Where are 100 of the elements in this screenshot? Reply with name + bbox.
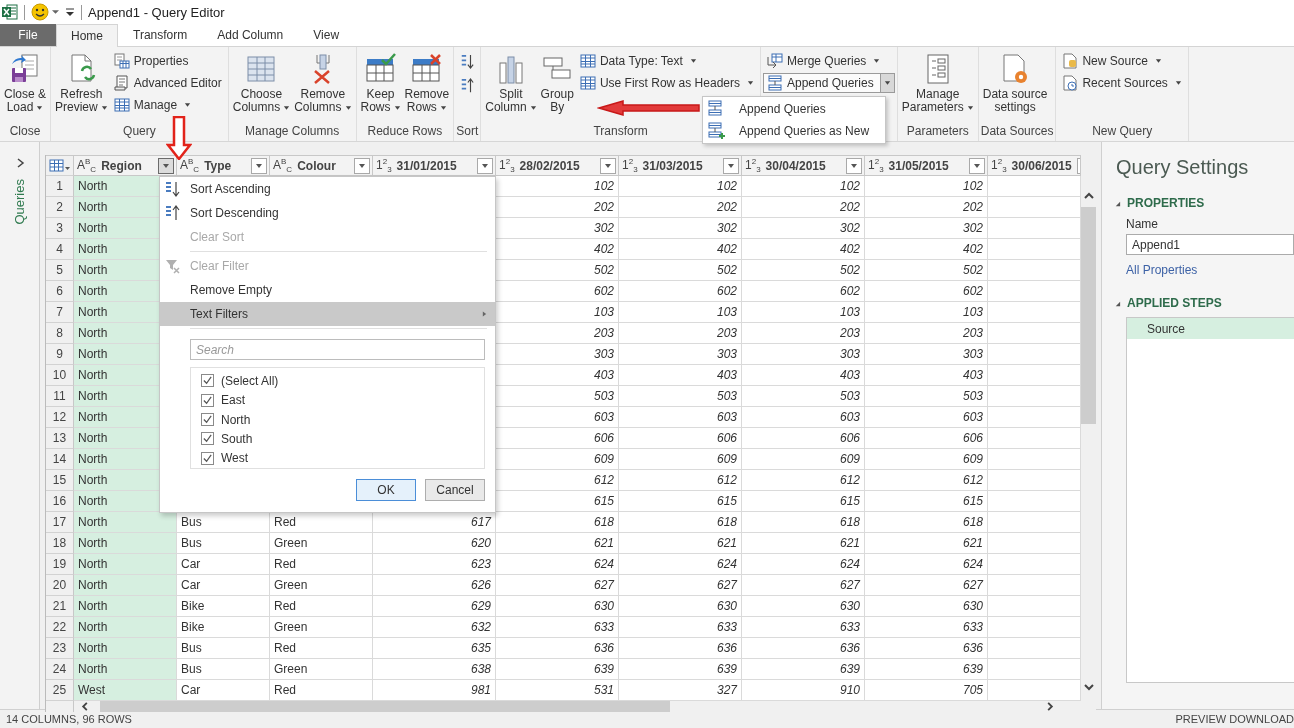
table-cell: 636 — [865, 638, 988, 659]
checkbox[interactable] — [201, 451, 214, 465]
checkbox-label[interactable]: (Select All) — [221, 373, 279, 388]
sort-descending-icon[interactable] — [460, 77, 475, 95]
filter-button[interactable] — [477, 157, 493, 174]
ribbon-button[interactable]: Choose Columns — [230, 51, 293, 116]
ribbon-button[interactable]: Manage — [109, 95, 226, 115]
ribbon-button[interactable]: Split Column — [483, 51, 539, 116]
column-header[interactable]: 1$^{2}$$_{3}$ 30/04/2015 — [742, 155, 865, 176]
ribbon-button[interactable]: Remove Columns — [292, 51, 354, 116]
ribbon-button[interactable]: Refresh Preview — [53, 51, 110, 116]
ribbon-tab[interactable]: Add Column — [202, 24, 299, 46]
horizontal-scrollbar[interactable] — [46, 701, 1081, 712]
filter-button[interactable] — [969, 157, 985, 174]
ok-button[interactable]: OK — [356, 479, 416, 501]
filter-button[interactable] — [158, 157, 174, 174]
column-header[interactable]: 1$^{2}$$_{3}$ 31/05/2015 — [865, 155, 988, 176]
table-cell: 403 — [619, 365, 742, 386]
table-cell: 303 — [865, 344, 988, 365]
ribbon-button[interactable]: Manage Parameters — [899, 51, 976, 116]
all-properties-link[interactable]: All Properties — [1126, 263, 1198, 277]
scroll-down-icon[interactable] — [1082, 682, 1095, 692]
checkbox[interactable] — [201, 393, 214, 407]
ribbon-button[interactable]: Advanced Editor — [109, 73, 226, 93]
checkbox-label[interactable]: East — [221, 393, 245, 408]
ribbon-button[interactable]: Data Type: Text — [575, 51, 758, 71]
cancel-button[interactable]: Cancel — [425, 479, 485, 501]
ribbon-button[interactable]: Remove Rows — [402, 51, 452, 116]
queries-label[interactable]: Queries — [12, 179, 27, 225]
append-icon — [707, 100, 725, 118]
row-number: 17 — [46, 512, 74, 533]
collapse-icon[interactable] — [1114, 199, 1121, 207]
submenu-arrow-icon — [482, 310, 487, 318]
scroll-left-icon[interactable] — [80, 701, 90, 712]
ribbon-tab[interactable]: Home — [56, 24, 118, 47]
ribbon-tab[interactable]: Transform — [118, 24, 203, 46]
ribbon-button[interactable]: Data source settings — [980, 51, 1050, 116]
column-header[interactable]: 1$^{2}$$_{3}$ 31/01/2015 — [373, 155, 496, 176]
checkbox-label[interactable]: North — [221, 412, 251, 427]
table-cell: 202 — [865, 197, 988, 218]
group-label: Close — [9, 124, 41, 138]
ribbon-button[interactable]: Properties — [109, 51, 226, 71]
column-header[interactable]: 1$^{2}$$_{3}$ 31/03/2015 — [619, 155, 742, 176]
append-icon — [767, 75, 783, 91]
menu-item[interactable]: Append Queries as New — [703, 120, 885, 142]
filter-button[interactable] — [846, 157, 862, 174]
checkbox[interactable] — [201, 374, 214, 388]
table-cell: 302 — [742, 218, 865, 239]
ribbon-button[interactable]: Recent Sources — [1058, 73, 1186, 93]
column-title: 31/05/2015 — [888, 158, 950, 173]
search-field[interactable]: Search — [190, 339, 485, 360]
filter-button[interactable] — [600, 157, 616, 174]
table-cell: Green — [270, 617, 373, 638]
column-header[interactable]: A$^{B}$$_{C}$ Region — [74, 155, 177, 176]
ribbon-button[interactable]: New Source — [1058, 51, 1186, 71]
ribbon-button[interactable]: Merge Queries — [763, 51, 895, 71]
row-number: 18 — [46, 533, 74, 554]
filter-button[interactable] — [354, 157, 370, 174]
column-header[interactable]: A$^{B}$$_{C}$ Colour — [270, 155, 373, 176]
scroll-right-icon[interactable] — [1045, 701, 1055, 712]
filter-button[interactable] — [251, 157, 267, 174]
filter-button[interactable] — [723, 157, 739, 174]
table-cell: Green — [270, 659, 373, 680]
group-label: Data Sources — [980, 124, 1054, 138]
sort-ascending-icon — [165, 181, 181, 197]
table-cell: 633 — [865, 617, 988, 638]
step-item[interactable]: Source — [1127, 318, 1294, 339]
column-title: 30/04/2015 — [765, 158, 827, 173]
ribbon-button[interactable]: Close & Load — [2, 51, 49, 116]
table-cell: North — [74, 659, 177, 680]
caret-icon — [162, 162, 170, 169]
caret-icon[interactable] — [52, 9, 59, 15]
table-menu-icon[interactable] — [48, 158, 71, 173]
menu-item[interactable]: Text Filters — [160, 302, 495, 326]
column-header[interactable]: 1$^{2}$$_{3}$ 30/06/2015 — [988, 155, 1081, 176]
ribbon-button[interactable]: Append Queries — [763, 73, 895, 93]
customize-icon[interactable] — [65, 7, 75, 17]
column-header[interactable]: A$^{B}$$_{C}$ Type — [177, 155, 270, 176]
checkbox[interactable] — [201, 413, 214, 426]
table-cell: 603 — [742, 407, 865, 428]
smiley-icon[interactable] — [31, 3, 49, 21]
ribbon-tab[interactable]: File — [0, 24, 56, 46]
ribbon-button[interactable]: Keep Rows — [358, 51, 403, 116]
checkbox-label[interactable]: South — [221, 431, 253, 446]
column-header[interactable]: 1$^{2}$$_{3}$ 28/02/2015 — [496, 155, 619, 176]
caret-icon — [966, 104, 974, 111]
name-field[interactable]: Append1 — [1126, 234, 1294, 255]
ribbon-tab[interactable]: View — [298, 24, 355, 46]
row-number: 9 — [46, 344, 74, 365]
collapse-icon[interactable] — [1114, 299, 1121, 307]
ribbon-button[interactable]: Group By — [538, 51, 576, 116]
clock-document-icon — [1062, 75, 1079, 91]
scroll-up-icon[interactable] — [1082, 191, 1095, 201]
ribbon-button[interactable]: Use First Row as Headers — [575, 73, 758, 93]
checkbox[interactable] — [201, 432, 214, 446]
row-number: 5 — [46, 260, 74, 281]
menu-item[interactable]: Append Queries — [703, 98, 885, 120]
checkbox-label[interactable]: West — [221, 451, 249, 466]
table-cell: North — [74, 575, 177, 596]
sort-ascending-icon[interactable] — [460, 53, 475, 71]
